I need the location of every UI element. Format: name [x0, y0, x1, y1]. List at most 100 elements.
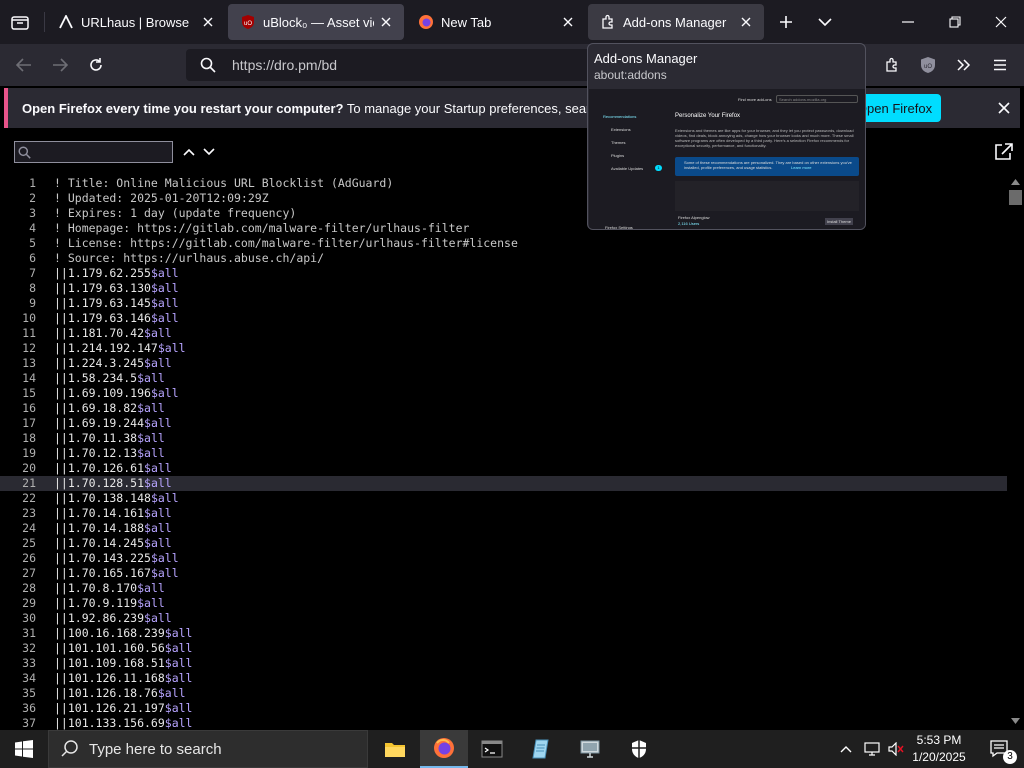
code-line[interactable]: 17 ||1.69.19.244$all	[0, 416, 1007, 431]
code-line[interactable]: 28 ||1.70.8.170$all	[0, 581, 1007, 596]
network-tray-button[interactable]	[860, 730, 884, 768]
code-line[interactable]: 36 ||101.126.21.197$all	[0, 701, 1007, 716]
tab-addons-manager[interactable]: Add-ons Manager	[588, 4, 764, 40]
navigation-toolbar: https://dro.pm/bd uO	[0, 44, 1024, 86]
code-scrollbar[interactable]	[1007, 176, 1024, 730]
scroll-down-arrow-icon[interactable]	[1011, 718, 1020, 724]
action-center-button[interactable]: 3	[976, 730, 1024, 768]
code-line[interactable]: 13 ||1.224.3.245$all	[0, 356, 1007, 371]
code-line[interactable]: 29 ||1.70.9.119$all	[0, 596, 1007, 611]
line-text: ||1.224.3.245$all	[54, 356, 172, 371]
code-line[interactable]: 12 ||1.214.192.147$all	[0, 341, 1007, 356]
line-number: 36	[22, 701, 36, 715]
minimize-button[interactable]	[892, 6, 924, 38]
find-next-button[interactable]	[200, 137, 218, 167]
plus-icon	[780, 16, 792, 28]
close-window-button[interactable]	[985, 6, 1017, 38]
notification-count-badge: 3	[1003, 750, 1017, 764]
code-line[interactable]: 9 ||1.179.63.145$all	[0, 296, 1007, 311]
taskbar-security[interactable]	[615, 730, 663, 768]
ublock-toolbar-button[interactable]: uO	[912, 49, 944, 81]
tab-ublock-asset-viewer[interactable]: uO uBlock₀ — Asset viewer	[228, 4, 404, 40]
code-line[interactable]: 32 ||101.101.160.56$all	[0, 641, 1007, 656]
reload-button[interactable]	[80, 49, 112, 81]
code-line[interactable]: 27 ||1.70.165.167$all	[0, 566, 1007, 581]
taskbar-terminal[interactable]	[468, 730, 516, 768]
extensions-button[interactable]	[876, 49, 908, 81]
code-line[interactable]: 5 ! License: https://gitlab.com/malware-f…	[0, 236, 1007, 251]
dismiss-notification-button[interactable]	[992, 96, 1016, 120]
taskbar-firefox[interactable]	[420, 730, 468, 768]
code-line[interactable]: 20 ||1.70.126.61$all	[0, 461, 1007, 476]
back-button[interactable]	[8, 49, 40, 81]
tab-new-tab[interactable]: New Tab	[406, 4, 586, 40]
code-line[interactable]: 18 ||1.70.11.38$all	[0, 431, 1007, 446]
filter-host: ||1.58.234.5	[54, 371, 138, 385]
app-menu-button[interactable]	[984, 49, 1016, 81]
code-line[interactable]: 19 ||1.70.12.13$all	[0, 446, 1007, 461]
close-tab-icon[interactable]	[374, 10, 398, 34]
maximize-button[interactable]	[939, 6, 971, 38]
filter-list-code-view[interactable]: 1 ! Title: Online Malicious URL Blocklist…	[0, 176, 1007, 730]
code-line[interactable]: 11 ||1.181.70.42$all	[0, 326, 1007, 341]
filter-option: $all	[157, 341, 186, 355]
line-text: ||101.126.18.76$all	[54, 686, 186, 701]
tab-title: Add-ons Manager	[623, 14, 727, 30]
comment-text: ! Updated: 2025-01-20T12:09:29Z	[54, 191, 269, 205]
code-line[interactable]: 24 ||1.70.14.188$all	[0, 521, 1007, 536]
forward-button[interactable]	[44, 49, 76, 81]
code-line[interactable]: 10 ||1.179.63.146$all	[0, 311, 1007, 326]
tab-list-button[interactable]	[4, 6, 36, 38]
code-line[interactable]: 25 ||1.70.14.245$all	[0, 536, 1007, 551]
find-previous-button[interactable]	[180, 137, 198, 167]
code-line[interactable]: 30 ||1.92.86.239$all	[0, 611, 1007, 626]
find-input[interactable]	[14, 141, 173, 163]
code-line[interactable]: 31 ||100.16.168.239$all	[0, 626, 1007, 641]
code-line[interactable]: 6 ! Source: https://urlhaus.abuse.ch/api/	[0, 251, 1007, 266]
show-hidden-icons-button[interactable]	[834, 730, 858, 768]
tab-urlhaus[interactable]: URLhaus | Browse	[46, 4, 226, 40]
taskbar-clock[interactable]: 5:53 PM 1/20/2025	[906, 732, 972, 766]
url-text[interactable]: https://dro.pm/bd	[232, 57, 337, 73]
open-external-button[interactable]	[988, 136, 1020, 168]
thumb-body: Extensions and themes are like apps for …	[675, 128, 854, 148]
taskbar-file-explorer[interactable]	[371, 730, 419, 768]
overflow-menu-button[interactable]	[948, 49, 980, 81]
code-line[interactable]: 14 ||1.58.234.5$all	[0, 371, 1007, 386]
code-line[interactable]: 26 ||1.70.143.225$all	[0, 551, 1007, 566]
close-tab-icon[interactable]	[734, 10, 758, 34]
code-line[interactable]: 8 ||1.179.63.130$all	[0, 281, 1007, 296]
taskbar-remote-desktop[interactable]	[566, 730, 614, 768]
code-line[interactable]: 34 ||101.126.11.168$all	[0, 671, 1007, 686]
line-text: ||101.101.160.56$all	[54, 641, 192, 656]
code-line[interactable]: 16 ||1.69.18.82$all	[0, 401, 1007, 416]
line-number: 21	[22, 476, 36, 490]
code-line[interactable]: 15 ||1.69.109.196$all	[0, 386, 1007, 401]
taskbar-search-box[interactable]: Type here to search	[48, 730, 368, 768]
close-tab-icon[interactable]	[196, 10, 220, 34]
scroll-up-arrow-icon[interactable]	[1011, 179, 1020, 185]
volume-tray-button[interactable]	[884, 730, 908, 768]
new-tab-button[interactable]	[770, 6, 802, 38]
start-button[interactable]	[0, 730, 48, 768]
filter-option: $all	[144, 506, 172, 520]
code-line[interactable]: 23 ||1.70.14.161$all	[0, 506, 1007, 521]
url-bar[interactable]: https://dro.pm/bd	[186, 49, 606, 81]
thumb-notice-text: Some of these recommendations are person…	[684, 160, 852, 170]
code-line[interactable]: 33 ||101.109.168.51$all	[0, 656, 1007, 671]
taskbar-notepad[interactable]	[517, 730, 565, 768]
close-tab-icon[interactable]	[556, 10, 580, 34]
scrollbar-thumb[interactable]	[1009, 190, 1022, 205]
comment-text: ! Expires: 1 day (update frequency)	[54, 206, 297, 220]
code-line[interactable]: 7 ||1.179.62.255$all	[0, 266, 1007, 281]
code-line[interactable]: 35 ||101.126.18.76$all	[0, 686, 1007, 701]
ublock-icon: uO	[240, 14, 256, 30]
line-number: 35	[22, 686, 36, 700]
remote-desktop-icon	[580, 740, 600, 758]
code-line[interactable]: 37 ||101.133.156.69$all	[0, 716, 1007, 730]
line-text: ||1.70.14.188$all	[54, 521, 172, 536]
list-all-tabs-button[interactable]	[809, 6, 841, 38]
code-line[interactable]: 22 ||1.70.138.148$all	[0, 491, 1007, 506]
filter-host: ||101.133.156.69	[54, 716, 165, 730]
code-line[interactable]: 21 ||1.70.128.51$all	[0, 476, 1007, 491]
